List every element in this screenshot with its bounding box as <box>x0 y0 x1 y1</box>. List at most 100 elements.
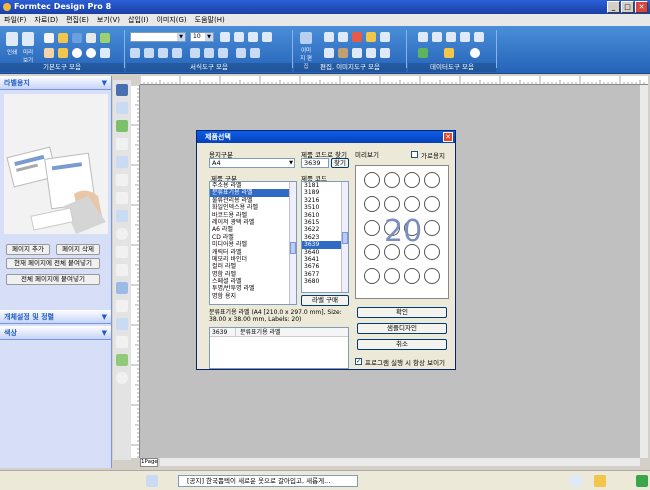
undo-icon[interactable] <box>100 33 110 43</box>
menu-data[interactable]: 자료(D) <box>34 14 58 26</box>
product-code-list[interactable]: 3181 3189 3216 3510 3610 3615 3622 3623 3639 3640… <box>301 181 349 293</box>
export-icon[interactable] <box>86 33 96 43</box>
valign-middle-icon[interactable] <box>204 48 214 58</box>
paste-icon[interactable] <box>366 32 376 42</box>
valign-bottom-icon[interactable] <box>218 48 228 58</box>
cancel-button[interactable]: 취소 <box>357 339 447 350</box>
valign-top-icon[interactable] <box>190 48 200 58</box>
chart-icon[interactable] <box>474 32 484 42</box>
align-left-icon[interactable] <box>130 48 140 58</box>
zoom-in-icon[interactable] <box>72 48 82 58</box>
search-button[interactable]: 찾기 <box>331 158 349 168</box>
list-item[interactable]: 캐릭터 라벨 <box>210 249 296 256</box>
list-item[interactable]: A6 라벨 <box>210 226 296 233</box>
frame-icon[interactable] <box>116 336 128 348</box>
delete-page-button[interactable]: 페이지 삭제 <box>56 244 100 255</box>
database-icon[interactable] <box>444 48 454 58</box>
ok-button[interactable]: 확인 <box>357 307 447 318</box>
scissors-icon[interactable] <box>352 32 362 42</box>
close-button[interactable]: ✕ <box>635 1 648 13</box>
open-file-icon[interactable] <box>58 33 68 43</box>
layout-icon[interactable] <box>146 475 158 487</box>
spacing-icon[interactable] <box>236 48 246 58</box>
font-color-icon[interactable] <box>262 32 272 42</box>
color-panel-header[interactable]: 색상 ▼ <box>0 326 111 340</box>
qr-icon[interactable] <box>116 318 128 330</box>
delete-icon[interactable] <box>380 32 390 42</box>
paste-current-page-button[interactable]: 현재 페이지에 전체 붙여넣기 <box>6 258 100 269</box>
hand-icon[interactable] <box>44 48 54 58</box>
print-icon[interactable] <box>6 32 18 46</box>
label-buy-button[interactable]: 라벨 구매 <box>301 295 349 306</box>
copy-icon[interactable] <box>338 32 348 42</box>
align-center-icon[interactable] <box>144 48 154 58</box>
label-paper-panel-header[interactable]: 라벨용지 ▼ <box>0 76 111 90</box>
list-item[interactable]: 미디어용 라벨 <box>210 241 296 248</box>
list-item[interactable]: 명함 용지 <box>210 293 296 300</box>
menu-image[interactable]: 이미지(G) <box>156 14 186 26</box>
cut-icon[interactable] <box>324 32 334 42</box>
horizontal-scrollbar[interactable] <box>160 458 640 466</box>
table-tool-icon[interactable] <box>116 282 128 294</box>
minimize-button[interactable]: _ <box>607 1 620 13</box>
import-icon[interactable] <box>446 32 456 42</box>
preview-icon[interactable] <box>22 32 34 46</box>
list-item[interactable]: 컬러 라벨 <box>210 263 296 270</box>
align-right-icon[interactable] <box>158 48 168 58</box>
list-item[interactable]: 투명/반투명 라벨 <box>210 285 296 292</box>
menu-file[interactable]: 파일(F) <box>4 14 26 26</box>
edit-note-icon[interactable] <box>570 475 582 487</box>
bold-icon[interactable] <box>220 32 230 42</box>
code-search-input[interactable]: 3639 <box>301 158 329 168</box>
italic-icon[interactable] <box>234 32 244 42</box>
ellipse-icon[interactable] <box>116 228 128 240</box>
crop-icon[interactable] <box>352 48 362 58</box>
menu-insert[interactable]: 삽입(I) <box>128 14 148 26</box>
text-icon[interactable] <box>116 102 128 114</box>
list-item[interactable]: 바코드용 라벨 <box>210 212 296 219</box>
add-page-button[interactable]: 페이지 추가 <box>6 244 50 255</box>
save-icon[interactable] <box>72 33 82 43</box>
list-item[interactable]: 명함 라벨 <box>210 271 296 278</box>
polygon-icon[interactable] <box>116 246 128 258</box>
sort-icon[interactable] <box>460 32 470 42</box>
object-align-panel-header[interactable]: 개체설정 및 정렬 ▼ <box>0 310 111 324</box>
zoom-icon[interactable] <box>116 372 128 384</box>
image-icon[interactable] <box>116 120 128 132</box>
underline-icon[interactable] <box>248 32 258 42</box>
new-file-icon[interactable] <box>44 33 54 43</box>
notice-ticker[interactable]: [공지] 한국폼텍이 새로운 옷으로 갈아입고, 새롭게... <box>178 475 358 487</box>
merge-icon[interactable] <box>432 32 442 42</box>
table-icon[interactable] <box>418 32 428 42</box>
zoom-out-icon[interactable] <box>86 48 96 58</box>
paste-all-pages-button[interactable]: 전체 페이지에 붙여넣기 <box>6 274 100 285</box>
page-tab[interactable]: 1Page <box>140 458 158 467</box>
maximize-button[interactable]: □ <box>621 1 634 13</box>
sample-design-button[interactable]: 샘플디자인 <box>357 323 447 334</box>
startup-checkbox[interactable]: ✓ <box>355 358 362 365</box>
spreadsheet-icon[interactable] <box>418 48 428 58</box>
fit-page-icon[interactable] <box>100 48 110 58</box>
product-type-list[interactable]: 주소용 라벨 분류표기용 라벨 물류관리용 라벨 화일인덱스용 라벨 바코드용 라벨 레이… <box>209 181 297 305</box>
barcode-icon[interactable] <box>116 192 128 204</box>
menu-view[interactable]: 보기(V) <box>97 14 120 26</box>
menu-help[interactable]: 도움말(H) <box>195 14 225 26</box>
folder-icon[interactable] <box>58 48 68 58</box>
paper-type-select[interactable]: A4 ▼ <box>209 158 295 168</box>
product-type-scrollbar[interactable] <box>289 182 296 304</box>
list-item[interactable]: 화일인덱스용 라벨 <box>210 204 296 211</box>
align-justify-icon[interactable] <box>172 48 182 58</box>
pencil-icon[interactable] <box>594 475 606 487</box>
clipart-icon[interactable] <box>116 264 128 276</box>
vertical-scrollbar[interactable] <box>640 85 648 458</box>
menu-edit[interactable]: 편집(E) <box>66 14 89 26</box>
search-icon[interactable] <box>470 48 480 58</box>
group-icon[interactable] <box>366 48 376 58</box>
rotate-icon[interactable] <box>324 48 334 58</box>
background-icon[interactable] <box>116 300 128 312</box>
landscape-checkbox[interactable] <box>411 151 418 158</box>
vertical-text-icon[interactable] <box>116 138 128 150</box>
line-icon[interactable] <box>116 156 128 168</box>
font-size-combo[interactable]: 10 ▼ <box>190 32 214 42</box>
image-edit-icon[interactable] <box>300 32 312 44</box>
